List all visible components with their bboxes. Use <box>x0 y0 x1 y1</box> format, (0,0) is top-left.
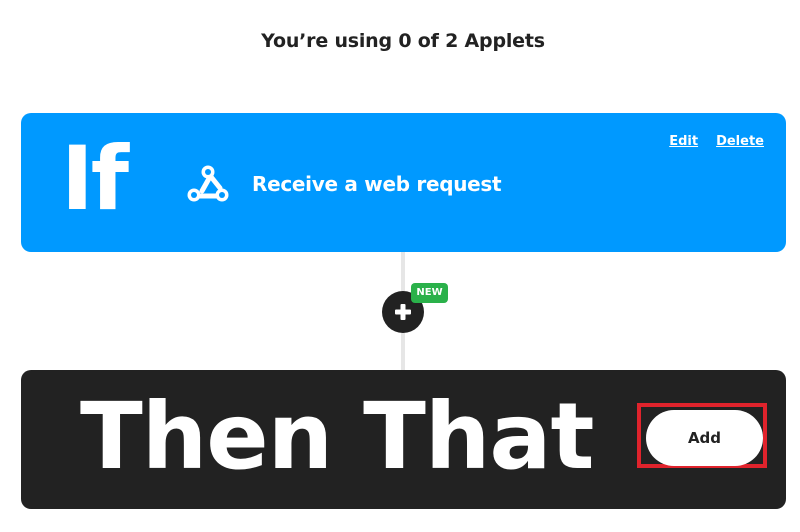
trigger-summary: Receive a web request <box>183 163 502 205</box>
if-keyword: If <box>61 127 129 230</box>
then-that-keyword: Then That <box>80 383 594 490</box>
add-action-button[interactable]: Add <box>646 410 763 466</box>
webhook-icon <box>187 165 229 202</box>
trigger-label: Receive a web request <box>252 172 502 196</box>
trigger-actions: Edit Delete <box>669 134 764 149</box>
then-action-card: Then That Add <box>21 370 786 509</box>
new-badge: NEW <box>411 283 448 303</box>
edit-trigger-link[interactable]: Edit <box>669 134 698 149</box>
applet-usage-text: You’re using 0 of 2 Applets <box>261 30 545 52</box>
delete-trigger-link[interactable]: Delete <box>716 134 764 149</box>
if-trigger-card: If Receive a web request Edit Delete <box>21 113 786 252</box>
